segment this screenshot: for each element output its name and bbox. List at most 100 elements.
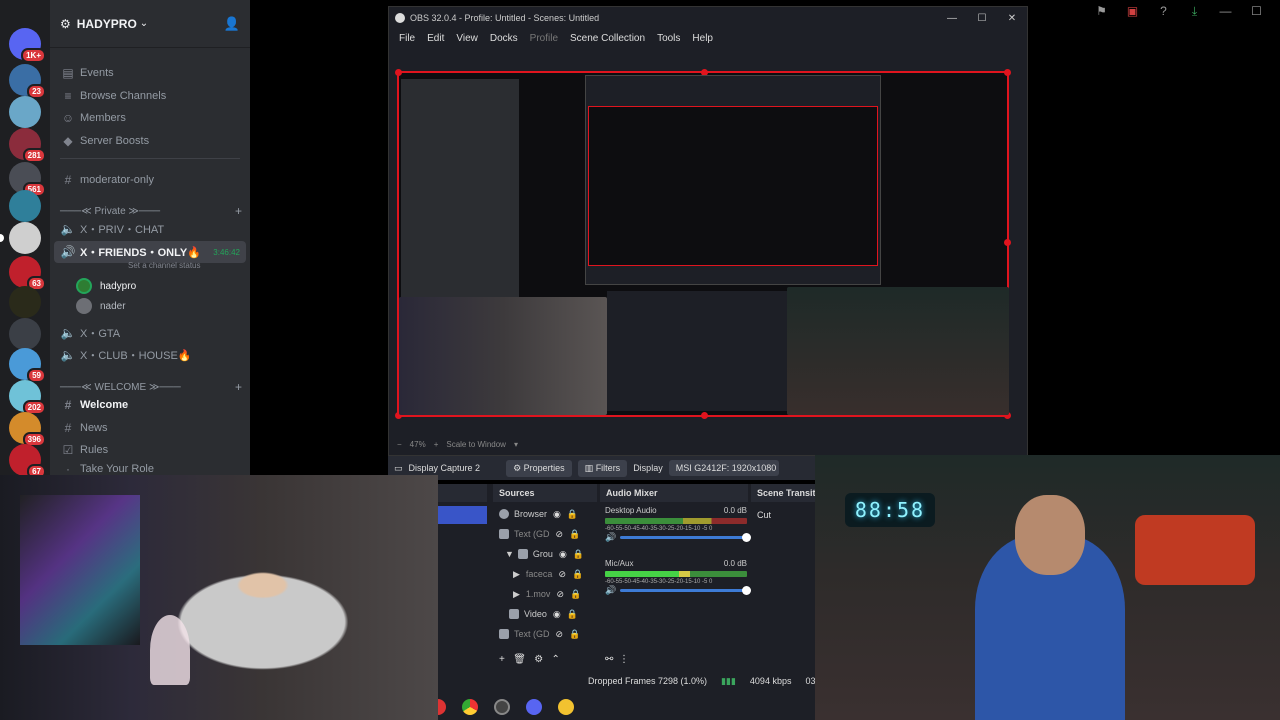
add-icon[interactable]: +	[499, 654, 505, 665]
server-icon[interactable]: 23	[9, 64, 46, 99]
trash-icon[interactable]: 🗑	[513, 654, 526, 665]
menu-members[interactable]: ☺ Members	[54, 107, 246, 129]
channel-news[interactable]: # News	[54, 417, 246, 439]
close-icon[interactable]: ✕	[1272, 4, 1280, 19]
scene-item-selected[interactable]	[435, 506, 487, 524]
help-icon[interactable]: ?	[1148, 4, 1179, 19]
server-icon[interactable]: 59	[9, 348, 46, 383]
server-icon[interactable]	[9, 96, 41, 128]
menu-events[interactable]: ▤ Events	[54, 62, 246, 84]
expand-icon[interactable]: ▼	[505, 549, 514, 559]
channel-rules[interactable]: ☑ Rules	[54, 439, 246, 461]
discord-home-icon[interactable]: 1K+	[9, 28, 46, 63]
minimize-icon[interactable]: —	[1210, 4, 1241, 19]
scale-mode[interactable]: Scale to Window	[446, 440, 506, 449]
server-icon[interactable]: 202	[9, 380, 46, 415]
screen-icon[interactable]: ▣	[1117, 4, 1148, 19]
obs-icon[interactable]	[494, 699, 510, 715]
menu-view[interactable]: View	[456, 33, 478, 44]
menu-edit[interactable]: Edit	[427, 33, 444, 44]
channel-moderator-only[interactable]: # moderator-only	[54, 169, 246, 191]
add-channel-icon[interactable]: +	[235, 380, 242, 394]
eye-off-icon[interactable]: ⊘	[556, 589, 564, 600]
lock-icon[interactable]: 🔒	[569, 529, 580, 540]
speaker-icon[interactable]: 🔊	[605, 532, 616, 543]
chevron-up-icon[interactable]: ⌃	[552, 654, 560, 665]
menu-help[interactable]: Help	[692, 33, 713, 44]
source-item[interactable]: Video ◉ 🔒	[509, 604, 578, 624]
zoom-out-icon[interactable]: −	[397, 440, 402, 449]
eye-icon[interactable]: ◉	[559, 549, 567, 560]
menu-docks[interactable]: Docks	[490, 33, 518, 44]
eye-off-icon[interactable]: ⊘	[558, 569, 566, 580]
eye-off-icon[interactable]: ⊘	[556, 529, 564, 540]
channel-take-your-role[interactable]: · Take Your Role	[54, 462, 246, 475]
eye-icon[interactable]: ◉	[553, 509, 561, 520]
menu-file[interactable]: File	[399, 33, 415, 44]
more-icon[interactable]: ⋮	[619, 654, 629, 665]
voice-user[interactable]: nader	[76, 298, 126, 314]
speaker-icon[interactable]: 🔊	[605, 585, 616, 596]
download-icon[interactable]: ⤓	[1179, 4, 1210, 19]
source-item[interactable]: Text (GD ⊘ 🔒	[499, 524, 580, 544]
source-item[interactable]: Browser ◉ 🔒	[499, 504, 578, 524]
channel-priv-chat[interactable]: 🔈 X・PRIV・CHAT	[54, 218, 246, 240]
menu-scene-collection[interactable]: Scene Collection	[570, 33, 645, 44]
chrome-icon[interactable]	[462, 699, 478, 715]
channel-friends-only[interactable]: 🔊 X・FRIENDS・ONLY🔥 3:46:42	[54, 241, 246, 263]
category-private[interactable]: ───≪ Private ≫─── +	[60, 204, 242, 218]
flag-icon[interactable]: ⚑	[1086, 4, 1117, 19]
source-item[interactable]: ▶ 1.mov ⊘ 🔒	[513, 584, 581, 604]
server-icon[interactable]: 281	[9, 128, 46, 163]
server-icon[interactable]: 396	[9, 412, 46, 447]
server-icon[interactable]	[0, 222, 41, 254]
maximize-icon[interactable]: ☐	[967, 13, 997, 24]
chevron-down-icon[interactable]: ▾	[514, 440, 518, 449]
transition-select[interactable]: Cut	[757, 510, 771, 520]
channel-club-house[interactable]: 🔈 X・CLUB・HOUSE🔥	[54, 344, 246, 366]
properties-button[interactable]: ⚙ Properties	[506, 459, 572, 477]
resize-handle[interactable]	[701, 412, 708, 419]
volume-slider[interactable]	[620, 586, 751, 595]
invite-member-icon[interactable]: 👤	[224, 16, 240, 32]
menu-server-boosts[interactable]: ◆ Server Boosts	[54, 130, 246, 152]
eye-off-icon[interactable]: ⊘	[556, 629, 564, 640]
channel-gta[interactable]: 🔈 X・GTA	[54, 322, 246, 344]
gear-icon[interactable]: ⚙	[534, 654, 543, 665]
source-item[interactable]: ▶ faceca ⊘ 🔒	[513, 564, 583, 584]
app-icon[interactable]	[558, 699, 574, 715]
server-icon[interactable]	[9, 318, 41, 350]
resize-handle[interactable]	[395, 69, 402, 76]
category-welcome[interactable]: ───≪ WELCOME ≫─── +	[60, 380, 242, 394]
lock-icon[interactable]: 🔒	[567, 509, 578, 520]
obs-preview-canvas[interactable]	[395, 69, 1011, 419]
lock-icon[interactable]: 🔒	[569, 629, 580, 640]
server-header[interactable]: ⚙ HADYPRO ⌄ 👤	[50, 0, 250, 48]
close-icon[interactable]: ✕	[997, 13, 1027, 24]
server-icon[interactable]: 63	[9, 256, 46, 291]
zoom-in-icon[interactable]: +	[434, 440, 439, 449]
menu-profile[interactable]: Profile	[530, 33, 558, 44]
display-select[interactable]: MSI G2412F: 1920x1080 @	[668, 460, 779, 476]
resize-handle[interactable]	[1004, 69, 1011, 76]
lock-icon[interactable]: 🔒	[573, 549, 584, 560]
discord-icon[interactable]	[526, 699, 542, 715]
server-icon[interactable]: 67	[9, 444, 46, 479]
minimize-icon[interactable]: —	[937, 13, 967, 24]
menu-tools[interactable]: Tools	[657, 33, 680, 44]
filters-button[interactable]: ▥ Filters	[577, 459, 628, 477]
channel-status-prompt[interactable]: Set a channel status	[128, 261, 201, 270]
voice-user[interactable]: hadypro	[76, 278, 136, 294]
menu-browse-channels[interactable]: ≡ Browse Channels	[54, 85, 246, 107]
source-group[interactable]: ▼ Grou ◉ 🔒	[505, 544, 584, 564]
eye-icon[interactable]: ◉	[553, 609, 561, 620]
link-icon[interactable]: ⚯	[605, 654, 613, 665]
resize-handle[interactable]	[1004, 239, 1011, 246]
lock-icon[interactable]: 🔒	[572, 569, 583, 580]
source-item[interactable]: Text (GD ⊘ 🔒	[499, 624, 580, 644]
maximize-icon[interactable]: ☐	[1241, 4, 1272, 19]
server-icon[interactable]	[9, 190, 41, 222]
server-icon[interactable]	[9, 286, 41, 318]
volume-slider[interactable]	[620, 533, 751, 542]
add-channel-icon[interactable]: +	[235, 204, 242, 218]
